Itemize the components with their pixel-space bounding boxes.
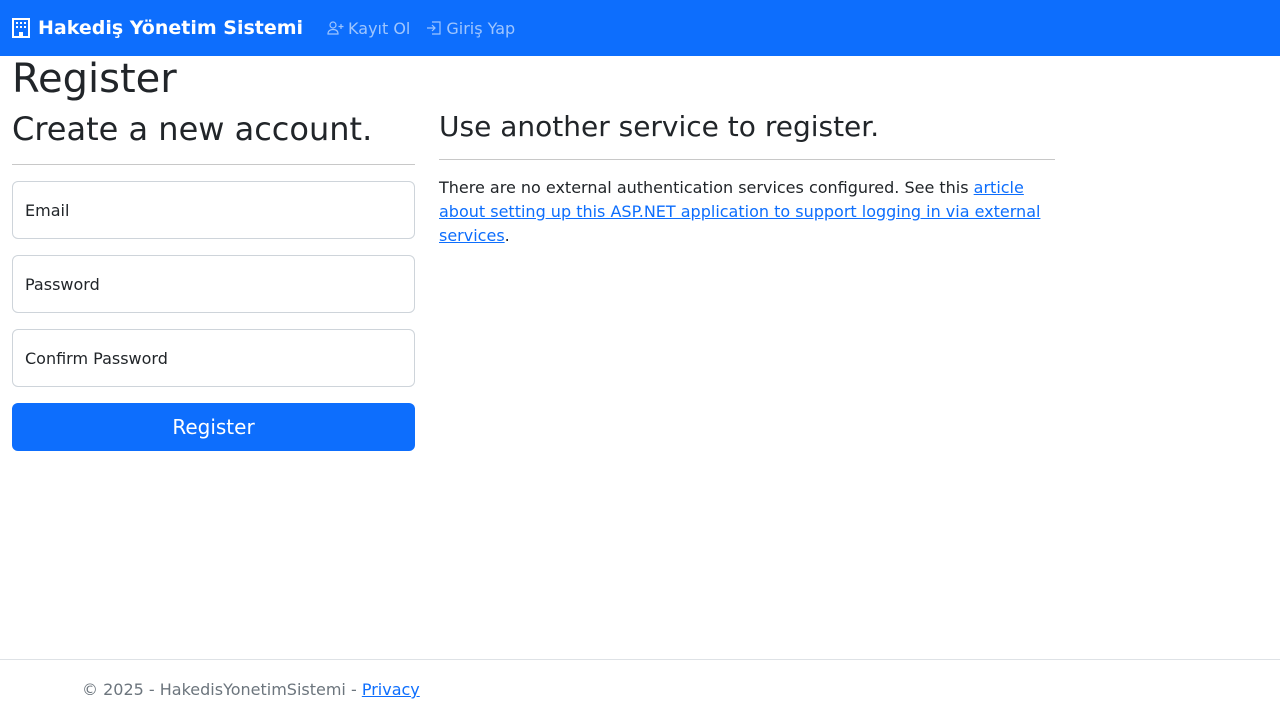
footer: © 2025 - HakedisYonetimSistemi - Privacy (0, 659, 1280, 720)
confirm-password-label: Confirm Password (25, 348, 168, 368)
nav-register-label: Kayıt Ol (348, 18, 411, 38)
divider (439, 159, 1055, 160)
privacy-link[interactable]: Privacy (362, 680, 420, 699)
password-field[interactable]: Password (12, 255, 415, 313)
register-form: Create a new account. Email Password Con… (12, 110, 415, 451)
page-title: Register (12, 56, 177, 102)
brand-link[interactable]: Hakediş Yönetim Sistemi (12, 17, 303, 39)
external-login-section: Use another service to register. There a… (439, 110, 1055, 248)
external-text: There are no external authentication ser… (439, 178, 974, 197)
email-field[interactable]: Email (12, 181, 415, 239)
navbar: Hakediş Yönetim Sistemi Kayıt Ol Giriş Y… (0, 0, 1280, 56)
building-icon (12, 18, 30, 38)
external-heading: Use another service to register. (439, 110, 880, 143)
email-label: Email (25, 200, 70, 220)
external-info: There are no external authentication ser… (439, 176, 1055, 248)
register-button[interactable]: Register (12, 403, 415, 451)
person-plus-icon (327, 21, 344, 35)
external-text-end: . (504, 226, 510, 245)
nav-login-label: Giriş Yap (446, 18, 516, 38)
confirm-password-field[interactable]: Confirm Password (12, 329, 415, 387)
box-arrow-in-right-icon (427, 21, 441, 35)
brand-text: Hakediş Yönetim Sistemi (38, 17, 304, 39)
password-label: Password (25, 274, 100, 294)
divider (12, 164, 415, 165)
nav-register-link[interactable]: Kayıt Ol (327, 19, 410, 38)
nav-login-link[interactable]: Giriş Yap (426, 19, 515, 38)
form-heading: Create a new account. (12, 110, 373, 148)
footer-text: © 2025 - HakedisYonetimSistemi - (82, 680, 362, 699)
